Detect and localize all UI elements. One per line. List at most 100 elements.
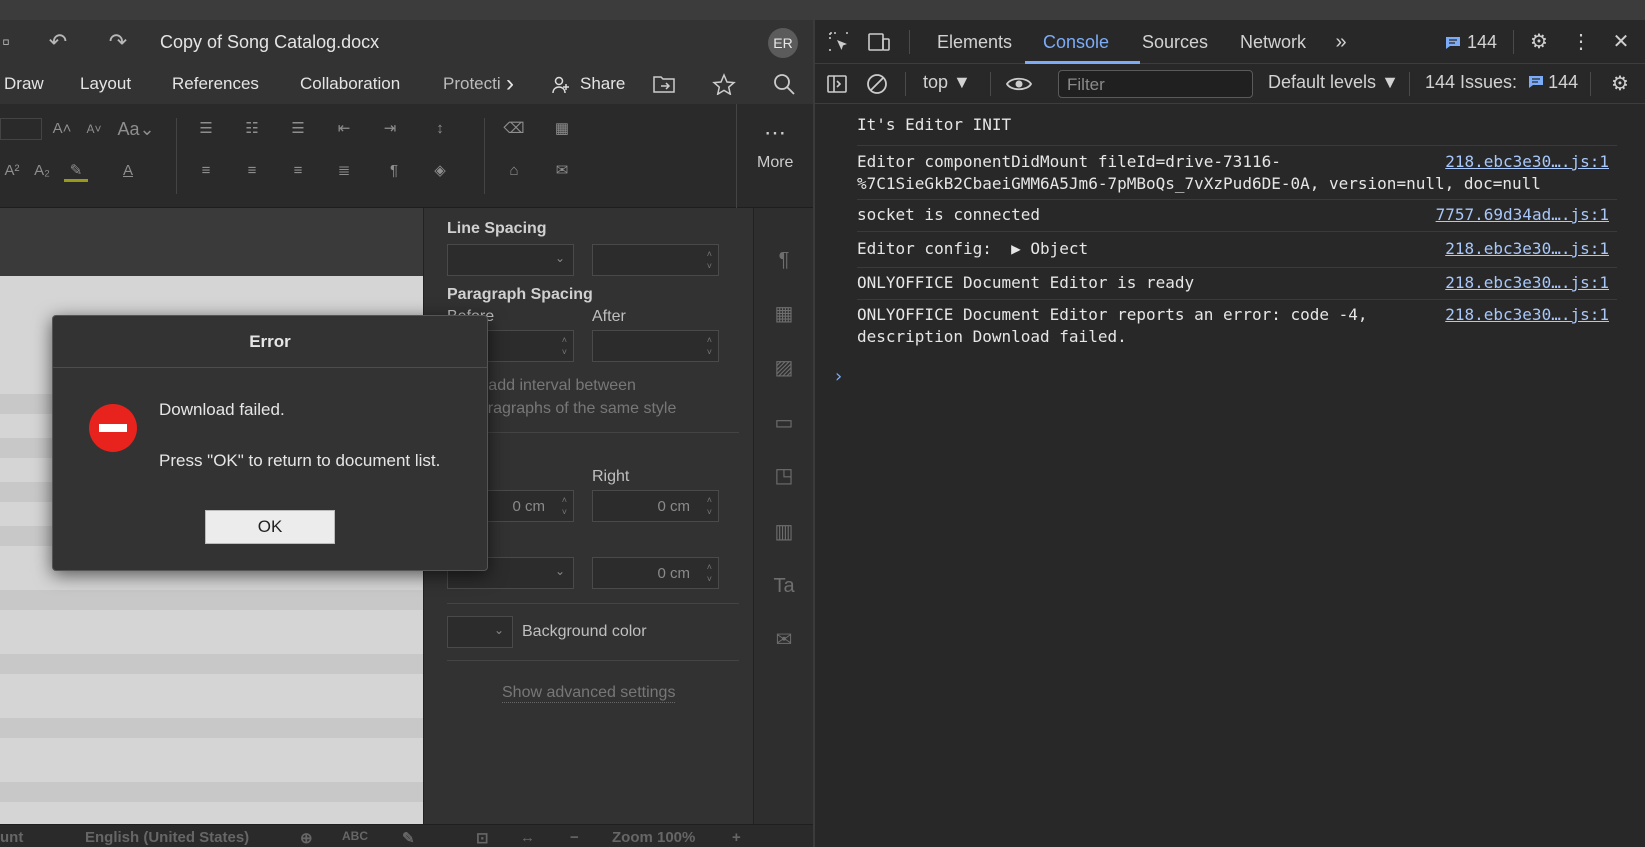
change-case-icon[interactable]: Aa⌄ — [116, 118, 156, 140]
console-prompt[interactable]: › — [833, 366, 844, 387]
decrease-indent-icon[interactable]: ⇤ — [332, 118, 356, 140]
zoom-in-icon[interactable]: + — [732, 829, 741, 846]
issue-count-badge[interactable]: 144 — [1467, 32, 1497, 53]
font-size-combo[interactable] — [0, 118, 42, 140]
track-changes-icon[interactable]: ✎ — [402, 829, 415, 847]
multilevel-list-icon[interactable]: ☰ — [286, 118, 310, 140]
table-settings-icon[interactable]: ▦ — [772, 302, 796, 326]
header-footer-icon[interactable]: ▭ — [772, 411, 796, 435]
error-dialog: Error Download failed. Press "OK" to ret… — [52, 315, 488, 571]
tab-elements[interactable]: Elements — [937, 32, 1012, 53]
after-label: After — [592, 308, 626, 325]
inspect-element-icon[interactable] — [827, 30, 851, 54]
increase-font-icon[interactable]: A˄ — [50, 118, 74, 140]
subscript-icon[interactable]: A₂ — [30, 160, 54, 182]
tab-draw[interactable]: Draw — [4, 74, 44, 94]
bullets-icon[interactable]: ☰ — [194, 118, 218, 140]
justify-icon[interactable]: ≣ — [332, 160, 356, 182]
more-tabs-icon[interactable]: » — [1329, 30, 1353, 54]
redo-icon[interactable]: ↷ — [106, 30, 130, 54]
device-toolbar-icon[interactable] — [867, 30, 891, 54]
log-source-link[interactable]: 7757.69d34ad….js:1 — [1436, 204, 1609, 226]
tab-sources[interactable]: Sources — [1142, 32, 1208, 53]
align-center-icon[interactable]: ≡ — [240, 160, 264, 182]
tab-layout[interactable]: Layout — [80, 74, 131, 94]
error-instruction: Press "OK" to return to document list. — [159, 451, 441, 470]
zoom-out-icon[interactable]: − — [570, 829, 579, 846]
log-source-link[interactable]: 218.ebc3e30….js:1 — [1445, 272, 1609, 294]
special-indent-input[interactable]: 0 cm ˄ ˅ — [592, 557, 719, 589]
fit-page-icon[interactable]: ⊡ — [476, 829, 489, 847]
tab-collaboration[interactable]: Collaboration — [300, 74, 400, 94]
log-source-link[interactable]: 218.ebc3e30….js:1 — [1445, 304, 1609, 326]
more-button[interactable]: More — [757, 154, 793, 172]
close-icon[interactable]: ✕ — [1609, 30, 1633, 54]
star-icon[interactable] — [712, 73, 736, 95]
console-settings-gear-icon[interactable]: ⚙ — [1608, 72, 1632, 96]
line-spacing-rule-select[interactable]: ⌄ — [447, 244, 574, 276]
share-button[interactable]: Share — [580, 74, 625, 94]
undo-icon[interactable]: ↶ — [46, 30, 70, 54]
line-spacing-icon[interactable]: ↕ — [428, 118, 452, 140]
text-art-icon[interactable]: Ta — [772, 574, 796, 598]
tab-network[interactable]: Network — [1240, 32, 1306, 53]
mail-merge-icon[interactable]: ✉ — [772, 628, 796, 652]
globe-icon[interactable]: ⊕ — [300, 829, 313, 847]
kebab-menu-icon[interactable]: ⋮ — [1569, 30, 1593, 54]
language-select[interactable]: English (United States) — [85, 829, 249, 846]
paragraph-settings-icon[interactable]: ¶ — [772, 248, 796, 272]
line-spacing-value-input[interactable]: ˄ ˅ — [592, 244, 719, 276]
line-spacing-heading: Line Spacing — [447, 220, 547, 237]
spacing-after-input[interactable]: ˄ ˅ — [592, 330, 719, 362]
log-source-link[interactable]: 218.ebc3e30….js:1 — [1445, 151, 1609, 173]
tab-protection[interactable]: Protecti — [443, 74, 501, 94]
search-icon[interactable] — [772, 73, 796, 95]
log-levels-select[interactable]: Default levels ▼ — [1268, 72, 1399, 93]
more-icon[interactable]: ⋯ — [764, 120, 788, 146]
levels-label: Default levels — [1268, 72, 1377, 92]
save-icon[interactable]: ▫ — [0, 30, 18, 54]
spellcheck-icon[interactable]: ABC — [342, 829, 368, 843]
copy-style-icon[interactable]: ⌂ — [502, 160, 526, 182]
log-source-link[interactable]: 218.ebc3e30….js:1 — [1445, 238, 1609, 260]
chart-settings-icon[interactable]: ▥ — [772, 520, 796, 544]
image-settings-icon[interactable]: ▨ — [772, 356, 796, 380]
numbering-icon[interactable]: ☷ — [240, 118, 264, 140]
paragraph-marks-icon[interactable]: ¶ — [382, 160, 406, 182]
align-left-icon[interactable]: ≡ — [194, 160, 218, 182]
increase-indent-icon[interactable]: ⇥ — [378, 118, 402, 140]
word-count-label[interactable]: unt — [0, 829, 23, 846]
mail-merge-icon[interactable]: ✉ — [550, 160, 574, 182]
tab-references[interactable]: References — [172, 74, 259, 94]
message-icon — [1529, 76, 1544, 88]
indent-right-input[interactable]: 0 cm ˄ ˅ — [592, 490, 719, 522]
highlight-color-icon[interactable]: ✎ — [64, 160, 88, 182]
background-color-picker[interactable]: ⌄ — [447, 616, 513, 648]
clear-style-icon[interactable]: ⌫ — [502, 118, 526, 140]
issues-button[interactable]: 144 Issues: 144 — [1425, 72, 1578, 93]
context-select[interactable]: top ▼ — [923, 72, 971, 93]
shape-settings-icon[interactable]: ◳ — [772, 464, 796, 488]
superscript-icon[interactable]: A² — [0, 160, 24, 182]
fit-width-icon[interactable]: ↔ — [520, 829, 535, 846]
live-expression-eye-icon[interactable] — [1005, 72, 1033, 96]
tab-console[interactable]: Console — [1043, 32, 1109, 53]
shading-icon[interactable]: ◈ — [428, 160, 452, 182]
decrease-font-icon[interactable]: A˅ — [82, 118, 106, 140]
show-advanced-settings-link[interactable]: Show advanced settings — [502, 684, 676, 703]
toolbar-separator — [1409, 72, 1410, 96]
log-message: It's Editor INIT — [857, 115, 1012, 134]
filter-input[interactable]: Filter — [1058, 70, 1253, 98]
clear-console-icon[interactable] — [865, 72, 889, 96]
user-avatar[interactable]: ER — [768, 28, 798, 58]
toolbar-ribbon: A˄ A˅ Aa⌄ A² A₂ ✎ A ☰ ☷ ☰ ⇤ ⇥ ↕ ≡ ≡ ≡ ≣ … — [0, 104, 813, 208]
font-color-icon[interactable]: A — [116, 160, 140, 182]
align-right-icon[interactable]: ≡ — [286, 160, 310, 182]
settings-gear-icon[interactable]: ⚙ — [1527, 30, 1551, 54]
chevron-right-icon[interactable]: › — [506, 70, 514, 98]
open-location-icon[interactable] — [652, 73, 676, 95]
color-scheme-icon[interactable]: ▦ — [550, 118, 574, 140]
show-sidebar-icon[interactable] — [825, 72, 849, 96]
log-message[interactable]: Editor config: ▶ Object — [857, 238, 1088, 260]
ok-button[interactable]: OK — [205, 510, 335, 544]
